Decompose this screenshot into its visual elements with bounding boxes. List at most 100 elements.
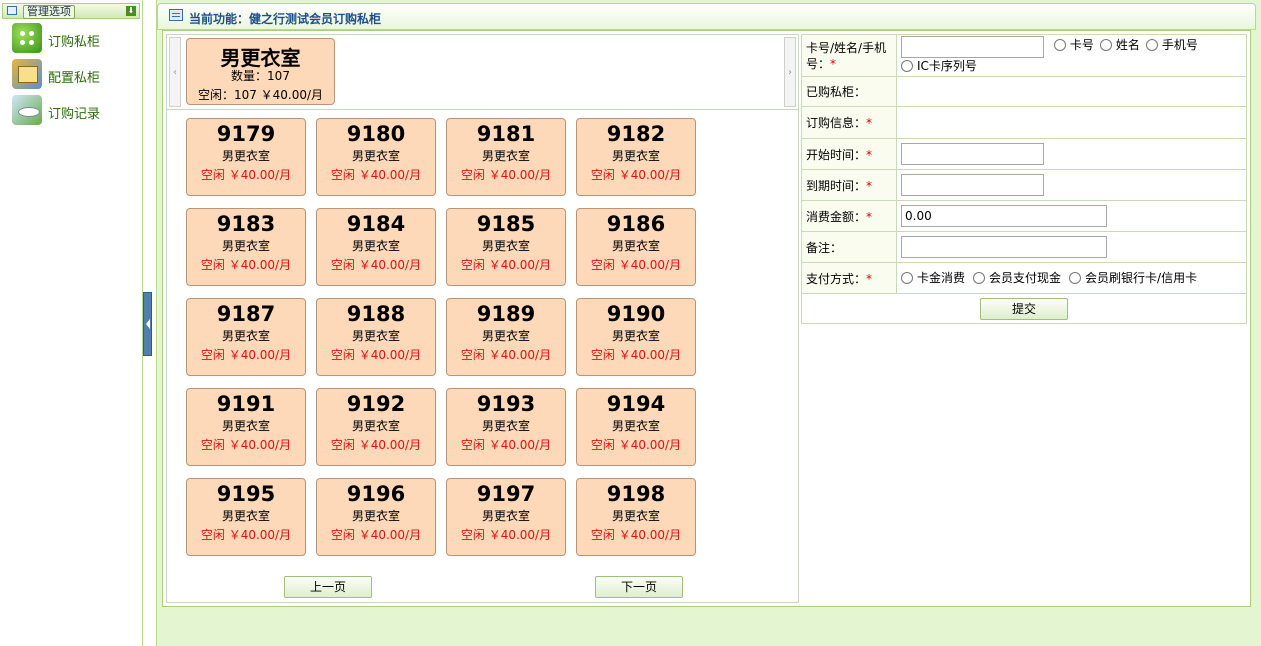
locker-card[interactable]: 9180 男更衣室 空闲 ￥40.00/月 [316, 118, 436, 196]
card-search-input[interactable] [901, 36, 1044, 58]
sidebar-item-order-locker[interactable]: 订购私柜 [12, 23, 140, 55]
end-time-input[interactable] [901, 174, 1044, 196]
locker-number: 9185 [476, 212, 536, 236]
function-header: 当前功能：健之行测试会员订购私柜 [157, 3, 1256, 30]
locker-card[interactable]: 9181 男更衣室 空闲 ￥40.00/月 [446, 118, 566, 196]
start-time-input[interactable] [901, 143, 1044, 165]
search-option-card-radio[interactable] [1053, 38, 1066, 51]
scroll-right-icon[interactable]: › [784, 37, 796, 107]
locker-number: 9194 [606, 392, 666, 416]
locker-room: 男更衣室 [351, 329, 400, 343]
required-mark: * [866, 116, 873, 130]
search-option-phone[interactable]: 手机号 [1145, 37, 1198, 53]
order-form: 卡号/姓名/手机号：* 卡号 姓名 手机号 IC卡序列号 已购私柜： 订购信息：* 开… [801, 34, 1247, 324]
locker-status-price: 空闲 ￥40.00/月 [460, 438, 552, 452]
page-title: 当前功能：健之行测试会员订购私柜 [189, 12, 382, 26]
locker-room: 男更衣室 [351, 239, 400, 253]
locker-card[interactable]: 9189 男更衣室 空闲 ￥40.00/月 [446, 298, 566, 376]
locker-card[interactable]: 9185 男更衣室空闲 ￥40.00/月 [446, 208, 566, 286]
locker-number: 9195 [216, 482, 276, 506]
locker-status-price: 空闲 ￥40.00/月 [200, 168, 292, 182]
next-page-button[interactable]: 下一页 [595, 576, 683, 598]
locker-card[interactable]: 9187 男更衣室 空闲 ￥40.00/月 [186, 298, 306, 376]
locker-card[interactable]: 9196 男更衣室 空闲 ￥40.00/月 [316, 478, 436, 556]
locker-room: 男更衣室 [611, 329, 660, 343]
pay-option-cash-radio[interactable] [973, 271, 986, 284]
scroll-left-icon[interactable]: ‹ [169, 37, 181, 107]
locker-card[interactable]: 9188 男更衣室 空闲 ￥40.00/月 [316, 298, 436, 376]
search-option-ic-radio[interactable] [901, 60, 913, 72]
pay-option-bankcard[interactable]: 会员刷银行卡/信用卡 [1069, 269, 1197, 286]
search-option-phone-radio[interactable] [1145, 38, 1158, 51]
locker-order-icon [12, 23, 42, 53]
search-option-label: 卡号 [1069, 37, 1094, 52]
pay-option-bankcard-radio[interactable] [1069, 271, 1082, 284]
locker-card[interactable]: 9198 男更衣室 空闲 ￥40.00/月 [576, 478, 696, 556]
locker-status-price: 空闲 ￥40.00/月 [590, 438, 682, 452]
locker-status-price: 空闲 ￥40.00/月 [460, 348, 552, 362]
purchased-label-cell: 已购私柜： [801, 76, 897, 107]
collapse-down-icon[interactable]: ⬇ [126, 6, 136, 16]
content-panel: ‹ 男更衣室 数量：107 空闲：107 ￥40.00/月 › 9179 男更衣室… [162, 30, 1251, 607]
locker-card[interactable]: 9195 男更衣室 空闲 ￥40.00/月 [186, 478, 306, 556]
search-option-name[interactable]: 姓名 [1099, 37, 1140, 53]
sidebar-collapse-handle[interactable] [143, 292, 152, 356]
locker-number: 9182 [606, 122, 666, 146]
locker-status-price: 空闲 ￥40.00/月 [590, 258, 682, 272]
locker-card[interactable]: 9190 男更衣室 空闲 ￥40.00/月 [576, 298, 696, 376]
locker-number: 9191 [216, 392, 276, 416]
search-option-label: 手机号 [1161, 37, 1198, 52]
pay-option-cash[interactable]: 会员支付现金 [973, 269, 1061, 286]
locker-status-price: 空闲 ￥40.00/月 [590, 528, 682, 542]
remark-input[interactable] [901, 236, 1107, 258]
locker-card[interactable]: 9193 男更衣室 空闲 ￥40.00/月 [446, 388, 566, 466]
locker-card[interactable]: 9184 男更衣室 空闲 ￥40.00/月 [316, 208, 436, 286]
locker-room: 男更衣室 [351, 509, 400, 523]
room-free: 空闲：107 ￥40.00/月 [197, 88, 324, 102]
locker-card[interactable]: 9194 男更衣室 空闲 ￥40.00/月 [576, 388, 696, 466]
locker-status-price: 空闲 ￥40.00/月 [590, 168, 682, 182]
card-field-cell: 卡号 姓名 手机号 IC卡序列号 [896, 34, 1247, 77]
search-option-card[interactable]: 卡号 [1053, 37, 1094, 53]
locker-status-price: 空闲 ￥40.00/月 [590, 348, 682, 362]
prev-page-button[interactable]: 上一页 [284, 576, 372, 598]
locker-room: 男更衣室 [481, 239, 530, 253]
locker-card[interactable]: 9197 男更衣室 空闲 ￥40.00/月 [446, 478, 566, 556]
search-option-name-radio[interactable] [1099, 38, 1112, 51]
locker-status-price: 空闲 ￥40.00/月 [460, 258, 552, 272]
room-card[interactable]: 男更衣室 数量：107 空闲：107 ￥40.00/月 [186, 38, 335, 105]
locker-card[interactable]: 9183 男更衣室 空闲 ￥40.00/月 [186, 208, 306, 286]
search-option-ic[interactable]: IC卡序列号 [901, 58, 977, 74]
amount-input[interactable] [901, 205, 1107, 227]
locker-room: 男更衣室 [481, 149, 530, 163]
locker-number: 9189 [476, 302, 536, 326]
main-area: 当前功能：健之行测试会员订购私柜 ‹ 男更衣室 数量：107 空闲：107 ￥4… [156, 0, 1261, 646]
locker-card[interactable]: 9179 男更衣室空闲 ￥40.00/月 [186, 118, 306, 196]
locker-number: 9187 [216, 302, 276, 326]
locker-card[interactable]: 9191 男更衣室 空闲 ￥40.00/月 [186, 388, 306, 466]
end-field-cell [896, 169, 1247, 201]
locker-number: 9193 [476, 392, 536, 416]
locker-status-price: 空闲 ￥40.00/月 [200, 528, 292, 542]
locker-number: 9184 [346, 212, 406, 236]
locker-room: 男更衣室 [611, 149, 660, 163]
pay-option-card[interactable]: 卡金消费 [901, 269, 965, 286]
pay-option-card-radio[interactable] [901, 271, 913, 284]
locker-status-price: 空闲 ￥40.00/月 [200, 438, 292, 452]
locker-number: 9179 [216, 122, 276, 146]
locker-room: 男更衣室 [221, 149, 270, 163]
locker-card[interactable]: 9192 男更衣室 空闲 ￥40.00/月 [316, 388, 436, 466]
sidebar-item-config-locker[interactable]: 配置私柜 [12, 59, 140, 91]
search-option-label: IC卡序列号 [917, 59, 977, 73]
locker-card[interactable]: 9182 男更衣室空闲 ￥40.00/月 [576, 118, 696, 196]
remark-label-cell: 备注： [801, 231, 897, 263]
locker-room: 男更衣室 [351, 149, 400, 163]
submit-button[interactable]: 提交 [980, 297, 1068, 320]
sidebar: 管理选项 ⬇ 订购私柜 配置私柜 订购记录 [0, 0, 143, 646]
pay-field-cell: 卡金消费 会员支付现金 会员刷银行卡/信用卡 [896, 262, 1247, 294]
purchased-label: 已购私柜： [806, 85, 867, 99]
sidebar-item-order-record[interactable]: 订购记录 [12, 95, 140, 127]
locker-number: 9188 [346, 302, 406, 326]
locker-card[interactable]: 9186 男更衣室 空闲 ￥40.00/月 [576, 208, 696, 286]
amount-label-cell: 消费金额：* [801, 200, 897, 232]
